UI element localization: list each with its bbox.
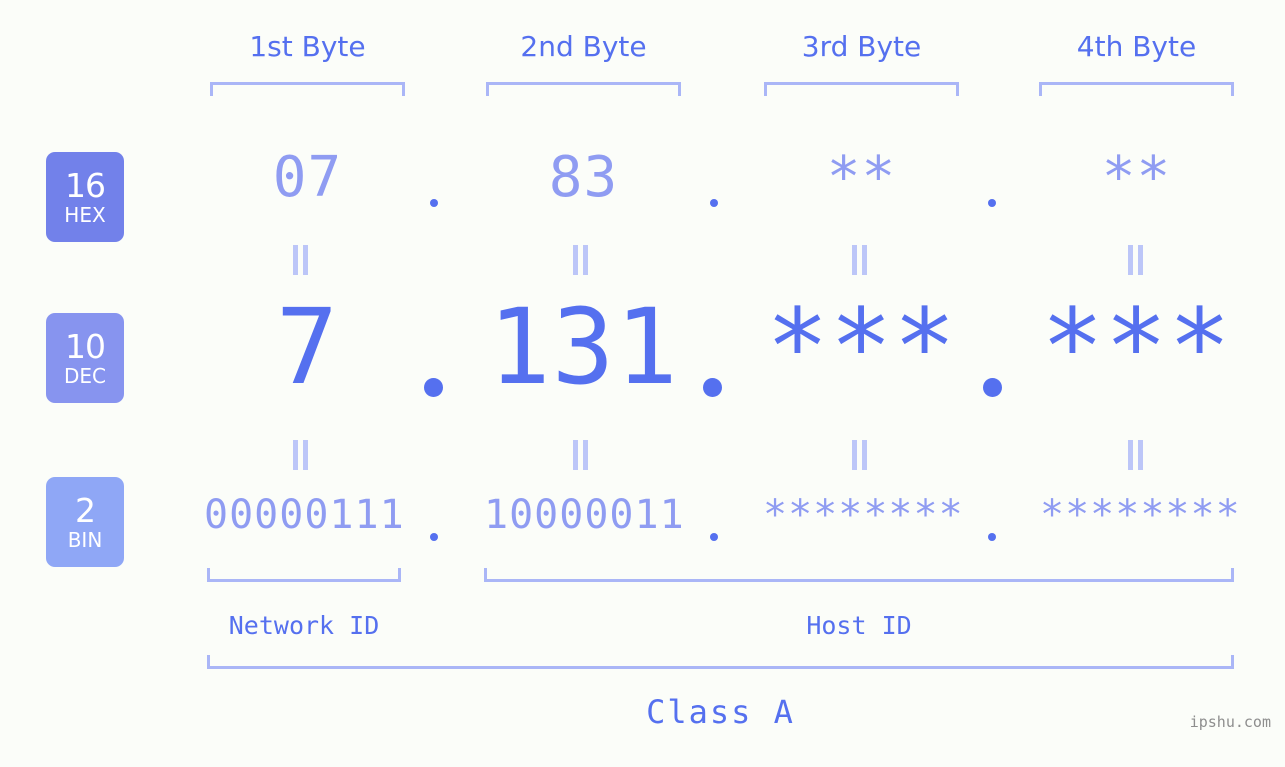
dec-byte-4: ***: [1041, 286, 1232, 408]
hex-separator-dot-3: [988, 199, 996, 207]
hex-byte-1: 07: [272, 145, 343, 210]
hex-byte-2: 83: [548, 145, 619, 210]
network-id-bracket: [207, 568, 401, 582]
equals-connector-dec-bin-4: [1125, 440, 1147, 470]
base-badge-dec: 10 DEC: [46, 313, 124, 403]
equals-connector-dec-bin-2: [570, 440, 592, 470]
hex-byte-4: **: [1101, 145, 1172, 210]
site-watermark: ipshu.com: [1189, 713, 1271, 731]
equals-connector-hex-dec-2: [570, 245, 592, 275]
base-badge-bin-number: 2: [75, 491, 96, 530]
dec-byte-3: ***: [766, 286, 957, 408]
equals-connector-hex-dec-1: [290, 245, 312, 275]
base-badge-bin: 2 BIN: [46, 477, 124, 567]
equals-connector-hex-dec-3: [849, 245, 871, 275]
dec-byte-2: 131: [488, 286, 679, 408]
dec-byte-1: 7: [275, 286, 340, 408]
bin-byte-3: ********: [763, 492, 964, 538]
byte-bracket-top-1: [210, 82, 405, 96]
bin-separator-dot-1: [430, 533, 438, 541]
host-id-label: Host ID: [806, 611, 912, 640]
byte-bracket-top-2: [486, 82, 681, 96]
byte-bracket-top-3: [764, 82, 959, 96]
byte-header-1: 1st Byte: [249, 30, 366, 63]
byte-header-2: 2nd Byte: [520, 30, 647, 63]
bin-byte-4: ********: [1040, 492, 1241, 538]
host-id-bracket: [484, 568, 1234, 582]
base-badge-hex-label: HEX: [64, 203, 106, 227]
hex-byte-3: **: [826, 145, 897, 210]
class-bracket: [207, 655, 1234, 669]
bin-separator-dot-3: [988, 533, 996, 541]
equals-connector-dec-bin-3: [849, 440, 871, 470]
dec-separator-dot-2: [703, 378, 722, 397]
base-badge-hex-number: 16: [65, 166, 106, 205]
base-badge-bin-label: BIN: [67, 528, 103, 552]
base-badge-dec-number: 10: [65, 327, 106, 366]
dec-separator-dot-1: [424, 378, 443, 397]
equals-connector-hex-dec-4: [1125, 245, 1147, 275]
byte-header-3: 3rd Byte: [801, 30, 922, 63]
base-badge-hex: 16 HEX: [46, 152, 124, 242]
bin-byte-1: 00000111: [204, 492, 405, 538]
dec-separator-dot-3: [983, 378, 1002, 397]
ip-address-breakdown-diagram: 1st Byte 2nd Byte 3rd Byte 4th Byte 16 H…: [0, 0, 1285, 767]
byte-header-4: 4th Byte: [1076, 30, 1197, 63]
hex-separator-dot-2: [710, 199, 718, 207]
base-badge-dec-label: DEC: [63, 364, 106, 388]
byte-bracket-top-4: [1039, 82, 1234, 96]
class-label: Class A: [646, 693, 795, 731]
bin-byte-2: 10000011: [484, 492, 685, 538]
equals-connector-dec-bin-1: [290, 440, 312, 470]
hex-separator-dot-1: [430, 199, 438, 207]
bin-separator-dot-2: [710, 533, 718, 541]
network-id-label: Network ID: [228, 611, 380, 640]
